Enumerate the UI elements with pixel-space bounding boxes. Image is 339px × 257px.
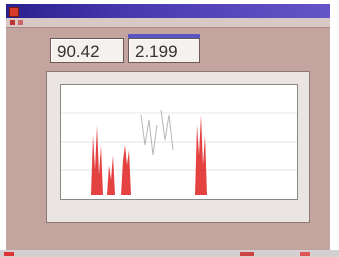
trace-burst [107,155,115,195]
trace-burst [121,145,131,195]
secondary-readout: 2.199 [128,38,200,63]
start-icon[interactable] [4,252,14,256]
window-icon[interactable] [9,7,19,17]
title-bar[interactable] [6,4,330,18]
trace-burst [91,125,103,195]
tool-icon[interactable] [10,20,15,25]
toolbar [6,18,330,28]
clock-icon [300,252,310,256]
trace-burst [195,115,207,195]
trace-faint [160,109,174,151]
trace-faint [140,114,158,156]
application-window: 90.42 2.199 [6,4,330,250]
taskbar [0,250,339,257]
tool-icon[interactable] [18,20,23,25]
plot-area [60,84,298,200]
primary-readout: 90.42 [50,38,124,63]
tray-icon[interactable] [240,252,254,256]
trace-plot [61,109,297,195]
